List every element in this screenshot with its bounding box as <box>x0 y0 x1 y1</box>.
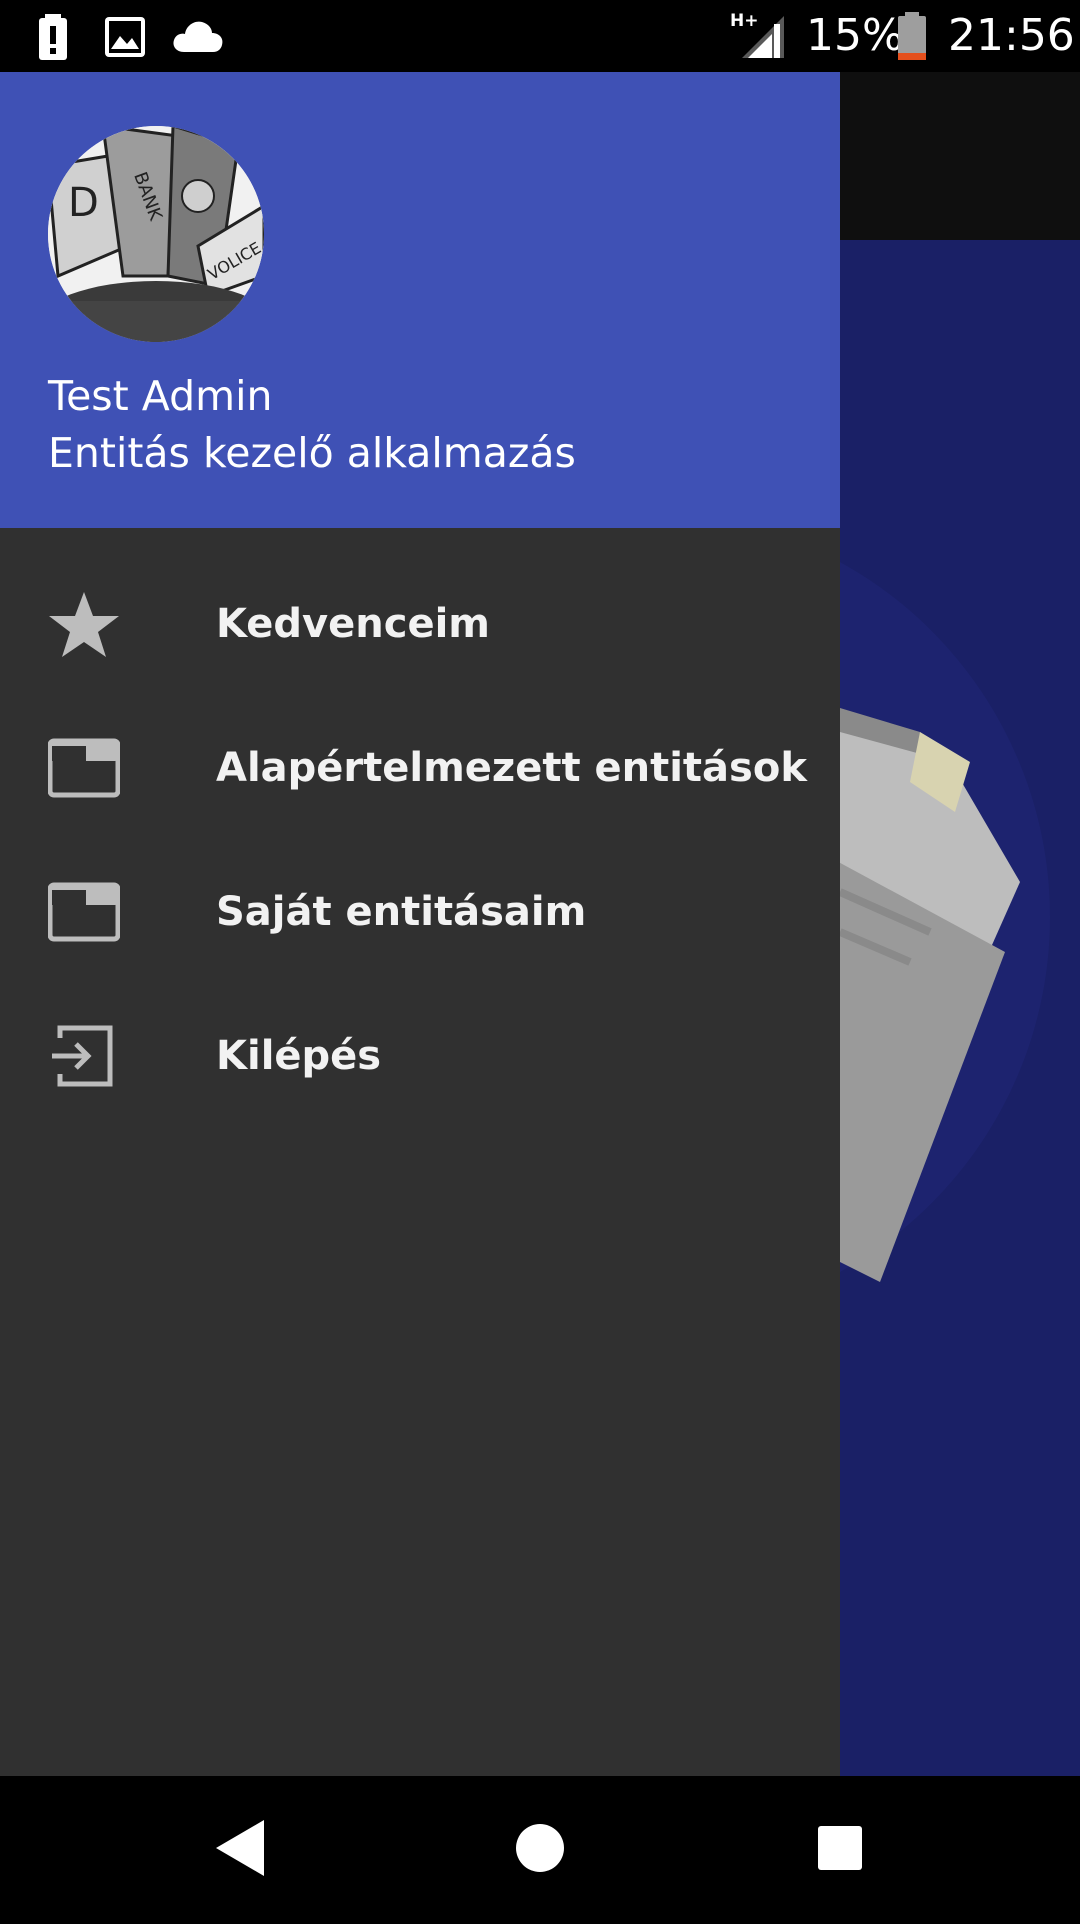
app-subtitle: Entitás kezelő alkalmazás <box>48 429 576 477</box>
battery-percent: 15% <box>806 10 904 61</box>
navigation-drawer: BANK D VOLICE Test Admin Entitás kezelő … <box>0 72 840 1776</box>
menu-item-alapertelmezett-entitasok[interactable]: Alapértelmezett entitások <box>0 696 840 840</box>
clock: 21:56 <box>948 10 1075 61</box>
folder-tab-icon <box>47 732 121 804</box>
menu-item-label: Saját entitásaim <box>216 889 587 935</box>
menu-item-kilepes[interactable]: Kilépés <box>0 984 840 1128</box>
signal-icon: H+ <box>728 10 786 64</box>
navigation-bar <box>0 1776 1080 1920</box>
menu-item-label: Kedvenceim <box>216 601 490 647</box>
recents-button[interactable] <box>768 1776 912 1920</box>
alert-icon <box>36 14 70 64</box>
star-icon <box>48 588 120 660</box>
back-icon <box>216 1820 264 1876</box>
menu-item-label: Kilépés <box>216 1033 382 1079</box>
user-name: Test Admin <box>48 372 273 420</box>
exit-icon <box>48 1020 120 1092</box>
svg-text:D: D <box>68 180 99 226</box>
image-icon <box>104 16 146 62</box>
menu-item-sajat-entitasaim[interactable]: Saját entitásaim <box>0 840 840 984</box>
drawer-menu: Kedvenceim Alapértelmezett entitások Saj… <box>0 552 840 1128</box>
status-bar: H+ 15% 21:56 <box>0 0 1080 72</box>
menu-item-kedvenceim[interactable]: Kedvenceim <box>0 552 840 696</box>
back-button[interactable] <box>168 1776 312 1920</box>
battery-icon <box>896 12 928 64</box>
avatar[interactable]: BANK D VOLICE <box>48 126 264 342</box>
network-type: H+ <box>730 11 758 31</box>
home-button[interactable] <box>468 1776 612 1920</box>
home-icon <box>516 1824 564 1872</box>
drawer-header: BANK D VOLICE Test Admin Entitás kezelő … <box>0 72 840 528</box>
cloud-icon <box>172 18 224 58</box>
recents-icon <box>818 1826 862 1870</box>
menu-item-label: Alapértelmezett entitások <box>216 745 807 791</box>
folder-tab-icon <box>47 876 121 948</box>
